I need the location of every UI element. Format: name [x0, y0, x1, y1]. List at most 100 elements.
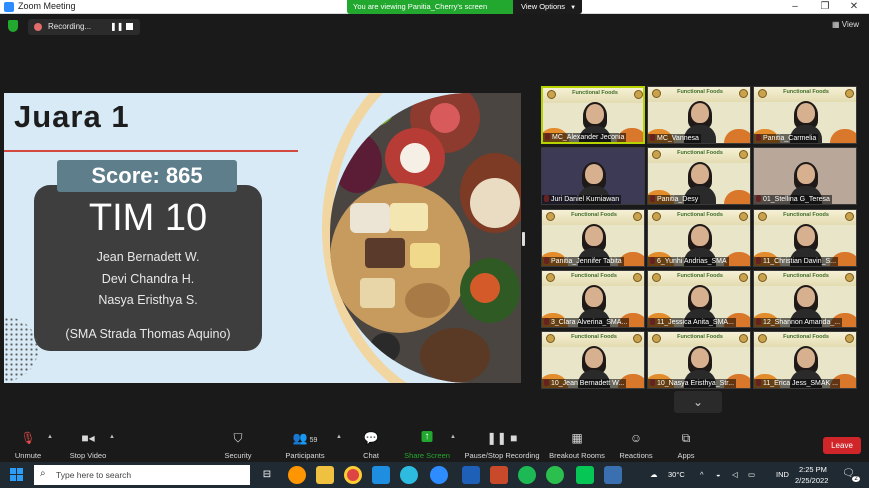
- caret-up-icon[interactable]: ▲: [47, 434, 53, 440]
- muted-mic-icon: 🎙: [20, 431, 36, 445]
- virtual-background-text: Functional Foods: [783, 212, 829, 218]
- reactions-label: Reactions: [619, 451, 653, 460]
- encryption-shield-icon[interactable]: [8, 20, 18, 32]
- unmute-button[interactable]: 🎙 Unmute: [6, 425, 50, 462]
- caret-up-icon[interactable]: ▲: [450, 434, 456, 440]
- team-member: Jean Bernadett W.: [96, 250, 200, 264]
- gallery-scroll-down-button[interactable]: ⌄: [674, 391, 722, 413]
- participant-tile[interactable]: Functional Foods 12_Shannon Amanda_...: [753, 270, 857, 328]
- task-view-icon[interactable]: ⊟: [258, 466, 276, 484]
- input-language[interactable]: IND: [776, 470, 789, 479]
- speaker-icon[interactable]: ◁: [732, 470, 738, 479]
- windows-taskbar: ⌕ Type here to search ⊟ ☁ 30°C ^ ◒ ◁ ▭ I…: [0, 462, 869, 488]
- clock-time[interactable]: 2:25 PM: [799, 465, 827, 474]
- virtual-background-banner: Functional Foods: [542, 210, 644, 225]
- zoom-taskbar-icon[interactable]: [430, 466, 448, 484]
- view-button[interactable]: ▦ View: [832, 20, 859, 29]
- participant-tile[interactable]: 01_Stellina G_Teresa: [753, 147, 857, 205]
- view-options-button[interactable]: View Options ▼: [513, 0, 582, 14]
- participant-tile[interactable]: Functional Foods 6_Yunhi Andrias_SMA: [647, 209, 751, 267]
- participants-label: Participants: [285, 451, 325, 460]
- participants-count: 59: [309, 437, 318, 444]
- minimize-icon[interactable]: –: [780, 0, 810, 14]
- apps-icon: ⧉: [681, 431, 691, 445]
- viewing-banner-text: You are viewing Panitia_Cherry's screen: [353, 2, 488, 11]
- caret-up-icon[interactable]: ▲: [109, 434, 115, 440]
- caret-up-icon[interactable]: ▲: [336, 434, 342, 440]
- unmute-label: Unmute: [14, 451, 42, 460]
- word-icon[interactable]: [462, 466, 480, 484]
- window-title: Zoom Meeting: [18, 1, 76, 11]
- participant-tile[interactable]: Juri Daniel Kurniawan: [541, 147, 645, 205]
- chat-icon: 💬: [363, 431, 379, 445]
- stop-recording-icon[interactable]: [126, 23, 133, 30]
- recording-label: Recording...: [48, 22, 92, 31]
- participant-tile[interactable]: Functional Foods 11_Jessica Anita_SMA...: [647, 270, 751, 328]
- breakout-rooms-button[interactable]: ▦ Breakout Rooms: [548, 425, 606, 462]
- windows-start-icon[interactable]: [10, 468, 24, 482]
- firefox-icon[interactable]: [288, 466, 306, 484]
- virtual-background-text: Functional Foods: [571, 273, 617, 279]
- whatsapp-icon[interactable]: [546, 466, 564, 484]
- pause-stop-recording-button[interactable]: ❚❚ ■ Pause/Stop Recording: [462, 425, 542, 462]
- pause-recording-icon[interactable]: ❚❚: [110, 22, 123, 31]
- participant-tile[interactable]: Functional Foods Panitia_Jennifer Tabita: [541, 209, 645, 267]
- participant-tile[interactable]: Functional Foods Panitia_Carmelia: [753, 86, 857, 144]
- participant-tile[interactable]: Functional Foods Panitia_Desy: [647, 147, 751, 205]
- line-icon[interactable]: [576, 466, 594, 484]
- gallery-resize-handle[interactable]: [522, 232, 525, 246]
- university-logo-icon: [845, 89, 854, 98]
- participant-tile[interactable]: Functional Foods MC_Alexander Jeconia: [541, 86, 645, 144]
- powerpoint-icon[interactable]: [490, 466, 508, 484]
- reactions-button[interactable]: ☺ Reactions: [616, 425, 656, 462]
- participant-tile[interactable]: Functional Foods MC_Vannesa: [647, 86, 751, 144]
- maximize-icon[interactable]: ❐: [810, 0, 840, 14]
- zoom-app-icon: [4, 2, 14, 12]
- university-logo-icon: [845, 273, 854, 282]
- security-button[interactable]: ⛉ Security: [216, 425, 260, 462]
- participant-tile[interactable]: Functional Foods 11_Erica Jess_SMAK ...: [753, 331, 857, 389]
- participant-tile[interactable]: Functional Foods 3_Clara Alverina_SMA...: [541, 270, 645, 328]
- virtual-background-text: Functional Foods: [677, 212, 723, 218]
- shared-screen: Juara 1 Score: 865 TIM 10 Jean Bernadett…: [4, 93, 521, 383]
- taskbar-search-box[interactable]: ⌕ Type here to search: [34, 465, 250, 485]
- microsoft-store-icon[interactable]: [372, 466, 390, 484]
- share-screen-button[interactable]: ↑ Share Screen: [402, 425, 452, 462]
- clock-date[interactable]: 2/25/2022: [795, 476, 828, 485]
- participant-tile[interactable]: Functional Foods 10_Nasya Eristhya_Str...: [647, 331, 751, 389]
- file-explorer-icon[interactable]: [316, 466, 334, 484]
- chat-button[interactable]: 💬 Chat: [354, 425, 388, 462]
- reactions-icon: ☺: [629, 431, 643, 445]
- meeting-status-row: Recording... ❚❚ ▦ View: [0, 15, 869, 39]
- leave-button[interactable]: Leave: [823, 437, 861, 454]
- virtual-background-text: Functional Foods: [783, 273, 829, 279]
- university-logo-icon: [634, 90, 643, 99]
- virtual-background-banner: Functional Foods: [754, 210, 856, 225]
- weather-temp[interactable]: 30°C: [668, 470, 685, 479]
- participant-tile[interactable]: Functional Foods 10_Jean Bernadett W...: [541, 331, 645, 389]
- pause-stop-icon: ❚❚ ■: [486, 431, 518, 445]
- weather-icon[interactable]: ☁: [650, 470, 658, 479]
- virtual-background-banner: Functional Foods: [542, 332, 644, 347]
- tray-chevron-icon[interactable]: ^: [700, 470, 704, 479]
- virtual-background-banner: Functional Foods: [648, 148, 750, 163]
- virtual-background-banner: Functional Foods: [754, 87, 856, 102]
- participants-button[interactable]: 👥 59 Participants: [280, 425, 330, 462]
- spotify-icon[interactable]: [518, 466, 536, 484]
- chrome-icon[interactable]: [344, 466, 362, 484]
- close-icon[interactable]: ✕: [839, 0, 869, 14]
- edge-icon[interactable]: [400, 466, 418, 484]
- share-screen-label: Share Screen: [404, 451, 450, 460]
- stop-video-button[interactable]: ■◂ Stop Video: [62, 425, 114, 462]
- network-icon[interactable]: ◒: [716, 470, 721, 479]
- participant-name: 6_Yunhi Andrias_SMA: [648, 257, 729, 266]
- battery-icon[interactable]: ▭: [748, 470, 755, 479]
- search-placeholder: Type here to search: [56, 470, 132, 480]
- university-logo-icon: [633, 212, 642, 221]
- photos-icon[interactable]: [604, 466, 622, 484]
- virtual-background-banner: Functional Foods: [542, 271, 644, 286]
- apps-button[interactable]: ⧉ Apps: [668, 425, 704, 462]
- virtual-background-banner: Functional Foods: [754, 271, 856, 286]
- share-screen-icon: ↑: [421, 431, 433, 442]
- participant-tile[interactable]: Functional Foods 11_Christian Davin_S...: [753, 209, 857, 267]
